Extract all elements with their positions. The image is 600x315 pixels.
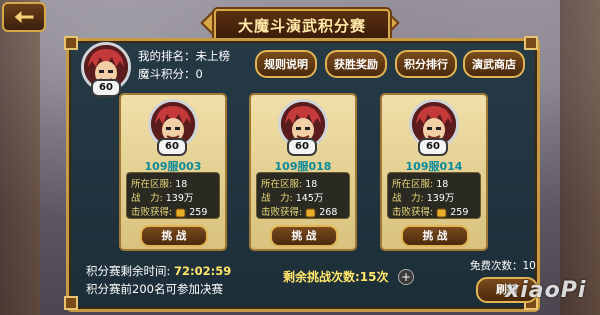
challenge-button[interactable]: 挑 战 xyxy=(270,225,338,247)
stat-server-label: 所在区服: xyxy=(131,179,173,190)
plus-icon[interactable]: + xyxy=(398,269,414,285)
opponent-card: 60 109服018 所在区服: 18 战 力: 145万 击败获得: 268 … xyxy=(249,93,357,251)
timer-row: 积分赛剩余时间: 72:02:59 xyxy=(86,263,231,279)
panel-corner xyxy=(64,296,78,310)
stat-power-row: 战 力: 139万 xyxy=(392,190,454,204)
stat-reward-value: 259 xyxy=(189,207,208,218)
opponent-level-badge: 60 xyxy=(287,138,317,156)
rank-value: 未上榜 xyxy=(195,49,231,63)
stat-server-label: 所在区服: xyxy=(392,179,434,190)
opponent-stats: 所在区服: 18 战 力: 145万 击败获得: 268 xyxy=(256,172,350,219)
opponent-level-badge: 60 xyxy=(418,138,448,156)
stat-server-row: 所在区服: 18 xyxy=(261,176,317,190)
challenge-button[interactable]: 挑 战 xyxy=(140,225,208,247)
shop-button[interactable]: 演武商店 xyxy=(463,50,525,78)
panel-corner xyxy=(64,36,78,50)
opponent-stats: 所在区服: 18 战 力: 139万 击败获得: 259 xyxy=(126,172,220,219)
stat-reward-label: 击败获得: xyxy=(392,207,434,218)
stat-power-value: 139万 xyxy=(165,193,194,204)
points-label: 魔斗积分： xyxy=(138,67,196,81)
challenge-button[interactable]: 挑 战 xyxy=(401,225,469,247)
stat-server-row: 所在区服: 18 xyxy=(131,176,187,190)
right-decoration xyxy=(560,0,600,315)
stat-power-value: 145万 xyxy=(295,193,324,204)
timer-value: 72:02:59 xyxy=(174,264,232,278)
ranking-button[interactable]: 积分排行 xyxy=(395,50,457,78)
rank-label: 我的排名： xyxy=(138,49,196,63)
opponent-level-badge: 60 xyxy=(157,138,187,156)
back-button[interactable] xyxy=(2,2,46,32)
watermark-logo: xiaoPi xyxy=(505,278,587,303)
stat-server-label: 所在区服: xyxy=(261,179,303,190)
title-banner: 大魔斗演武积分赛 xyxy=(214,9,390,41)
stat-power-label: 战 力: xyxy=(392,193,424,204)
rank-row: 我的排名：未上榜 xyxy=(138,48,230,64)
stat-power-row: 战 力: 145万 xyxy=(261,190,323,204)
stat-power-value: 139万 xyxy=(426,193,455,204)
stat-reward-label: 击败获得: xyxy=(131,207,173,218)
stat-server-value: 18 xyxy=(175,179,188,190)
back-arrow-icon xyxy=(13,9,35,25)
page-title: 大魔斗演武积分赛 xyxy=(237,16,366,35)
stat-server-value: 18 xyxy=(305,179,318,190)
player-level-badge: 60 xyxy=(91,79,121,97)
rewards-button[interactable]: 获胜奖励 xyxy=(325,50,387,78)
left-decoration xyxy=(0,0,40,315)
coin-icon xyxy=(175,208,186,217)
stat-reward-label: 击败获得: xyxy=(261,207,303,218)
opponent-card: 60 109服014 所在区服: 18 战 力: 139万 击败获得: 259 … xyxy=(380,93,488,251)
stat-reward-value: 259 xyxy=(450,207,469,218)
stat-reward-value: 268 xyxy=(319,207,338,218)
stat-server-value: 18 xyxy=(436,179,449,190)
stat-power-label: 战 力: xyxy=(261,193,293,204)
stat-server-row: 所在区服: 18 xyxy=(392,176,448,190)
coin-icon xyxy=(305,208,316,217)
points-value: 0 xyxy=(195,67,203,81)
opponent-card: 60 109服003 所在区服: 18 战 力: 139万 击败获得: 259 … xyxy=(119,93,227,251)
panel-corner xyxy=(524,36,538,50)
coin-icon xyxy=(436,208,447,217)
remaining-challenges: 剩余挑战次数:15次 xyxy=(283,270,389,284)
free-count: 免费次数：10 xyxy=(470,260,536,272)
final-notice: 积分赛前200名可参加决赛 xyxy=(86,282,223,296)
rules-button[interactable]: 规则说明 xyxy=(255,50,317,78)
stat-power-row: 战 力: 139万 xyxy=(131,190,193,204)
opponent-stats: 所在区服: 18 战 力: 139万 击败获得: 259 xyxy=(387,172,481,219)
timer-label: 积分赛剩余时间: xyxy=(86,264,171,278)
stat-reward-row: 击败获得: 259 xyxy=(131,204,207,218)
stat-reward-row: 击败获得: 268 xyxy=(261,204,337,218)
points-row: 魔斗积分：0 xyxy=(138,66,203,82)
stat-power-label: 战 力: xyxy=(131,193,163,204)
stat-reward-row: 击败获得: 259 xyxy=(392,204,468,218)
